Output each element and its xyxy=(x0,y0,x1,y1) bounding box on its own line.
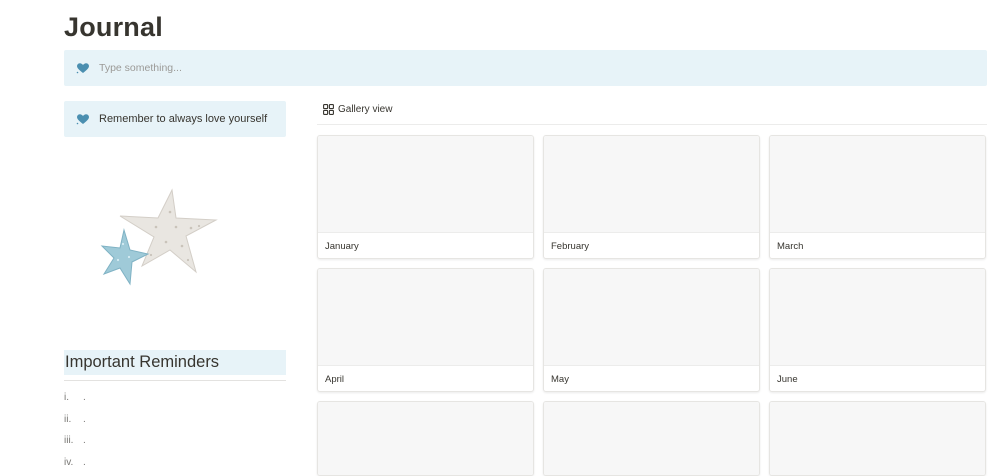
list-text[interactable]: . xyxy=(83,457,86,468)
callout-placeholder[interactable]: Type something... xyxy=(99,62,182,74)
love-yourself-callout[interactable]: Remember to always love yourself xyxy=(64,101,286,137)
card-title: April xyxy=(325,373,345,385)
card-preview xyxy=(544,136,759,233)
callout-text[interactable]: Remember to always love yourself xyxy=(99,113,267,125)
gallery-card[interactable] xyxy=(769,401,986,476)
card-preview xyxy=(318,402,533,475)
gallery-card[interactable] xyxy=(317,401,534,476)
gallery-card-june[interactable]: June xyxy=(769,268,986,392)
card-preview xyxy=(318,269,533,366)
type-something-callout[interactable]: Type something... xyxy=(64,50,987,86)
page-title: Journal xyxy=(64,12,163,42)
list-number: iii. xyxy=(64,435,74,447)
list-item[interactable]: ii.. xyxy=(64,409,86,431)
list-number: iv. xyxy=(64,456,74,468)
gallery-card-february[interactable]: February xyxy=(543,135,760,259)
card-title: May xyxy=(551,373,569,385)
reminder-list: i.. ii.. iii.. iv.. xyxy=(64,387,86,473)
card-preview xyxy=(318,136,533,233)
list-text[interactable]: . xyxy=(83,435,86,446)
gallery-card-march[interactable]: March xyxy=(769,135,986,259)
divider xyxy=(64,380,286,381)
card-preview xyxy=(544,402,759,475)
grid-icon xyxy=(323,104,334,115)
heart-icon xyxy=(76,61,92,75)
card-title: February xyxy=(551,240,590,252)
card-preview xyxy=(770,136,985,233)
card-preview xyxy=(544,269,759,366)
reminders-heading: Important Reminders xyxy=(64,350,286,375)
divider xyxy=(317,124,987,125)
card-title: January xyxy=(325,240,359,252)
starfish-image xyxy=(100,188,218,286)
list-number: i. xyxy=(64,392,69,404)
list-text[interactable]: . xyxy=(83,414,86,425)
tab-gallery-view[interactable]: Gallery view xyxy=(323,104,392,115)
list-item[interactable]: i.. xyxy=(64,387,86,409)
gallery-view-label[interactable]: Gallery view xyxy=(338,104,392,115)
card-title: June xyxy=(777,373,798,385)
heart-icon xyxy=(76,112,92,126)
list-text[interactable]: . xyxy=(83,392,86,403)
list-number: ii. xyxy=(64,413,72,425)
gallery-card-april[interactable]: April xyxy=(317,268,534,392)
gallery-card-may[interactable]: May xyxy=(543,268,760,392)
gallery-card[interactable] xyxy=(543,401,760,476)
card-title: March xyxy=(777,240,804,252)
list-item[interactable]: iii.. xyxy=(64,430,86,452)
list-item[interactable]: iv.. xyxy=(64,452,86,474)
gallery-card-january[interactable]: January xyxy=(317,135,534,259)
card-preview xyxy=(770,269,985,366)
card-preview xyxy=(770,402,985,475)
